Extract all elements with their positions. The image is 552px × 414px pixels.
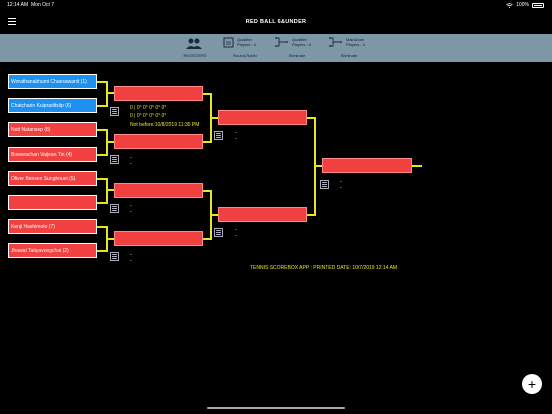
- match-placeholder: -: [235, 136, 237, 142]
- page-title: RED BALL 6&UNDER: [245, 19, 307, 25]
- battery-percent: 100%: [516, 2, 529, 8]
- status-bar: 12:14 AM Mon Oct 7 100%: [0, 0, 552, 10]
- bracket-icon: [275, 37, 288, 47]
- match-placeholder: -: [235, 233, 237, 239]
- player-slot-4[interactable]: Boworachan Vaijean Tin (4): [8, 147, 97, 162]
- add-button[interactable]: +: [522, 374, 542, 394]
- bracket-line: [210, 214, 218, 216]
- player-slot-2[interactable]: Chatcharin Kulpraditsilp (6): [8, 98, 97, 113]
- nav-header: RED BALL 6&UNDER: [0, 10, 552, 34]
- printed-date: TENNIS SCOREBOX APP : PRINTED DATE: 10/7…: [250, 265, 398, 271]
- tab-label: REGISTERS: [183, 53, 207, 58]
- scoreboard-icon[interactable]: [214, 228, 223, 237]
- bracket-line: [106, 92, 114, 94]
- roundrobin-icon: [223, 37, 234, 48]
- tab-qualifier-eliminate[interactable]: Qualifier Players : 8 Eliminate: [272, 34, 322, 63]
- tab-label: Round-Robin: [233, 53, 257, 58]
- match-placeholder: -: [130, 258, 132, 264]
- player-slot-1[interactable]: Worathanabhumi Chuesawanit (1): [8, 74, 97, 89]
- semifinal-slot-2[interactable]: [218, 207, 307, 222]
- player-slot-3[interactable]: Nutt Natansep (8): [8, 122, 97, 137]
- tab-label: Eliminate: [340, 53, 358, 58]
- tab-registers[interactable]: REGISTERS: [170, 34, 220, 62]
- wifi-icon: [506, 2, 513, 8]
- player-slot-7[interactable]: Kenji Hashimoto (7): [8, 219, 97, 234]
- tab-sub: Players : 8: [292, 42, 311, 47]
- tab-maindraw-eliminate[interactable]: MainDraw Players : 4 Eliminate: [324, 34, 374, 62]
- scoreboard-icon[interactable]: [110, 204, 119, 213]
- match-placeholder: -: [130, 161, 132, 167]
- scoreboard-icon[interactable]: [110, 155, 119, 164]
- status-time: 12:14 AM: [7, 2, 29, 8]
- player-slot-8[interactable]: Jirawat Tatiyavongchai (2): [8, 243, 97, 258]
- match-placeholder: -: [130, 209, 132, 215]
- home-indicator: [207, 407, 345, 409]
- tab-sub: Players : 4: [346, 42, 365, 47]
- match-not-before: Not before:10/8/2019 11:35 PM: [130, 122, 200, 128]
- semifinal-slot-1[interactable]: [218, 110, 307, 125]
- bracket-line: [106, 189, 114, 191]
- scoreboard-icon[interactable]: [320, 180, 329, 189]
- battery-icon: [532, 2, 544, 8]
- bracket-line: [106, 141, 114, 143]
- status-date: Mon Oct 7: [31, 2, 55, 8]
- scoreboard-icon[interactable]: [110, 107, 119, 116]
- bracket-line: [106, 238, 114, 240]
- tab-sub: Players : 4: [237, 42, 256, 47]
- bracket-line: [106, 81, 108, 107]
- bracket-line: [314, 165, 322, 167]
- round2-slot-1[interactable]: [114, 86, 203, 101]
- status-right: 100%: [506, 2, 544, 8]
- match-score-line2: 0 | 0° 0° 0° 0° 0°: [130, 113, 167, 119]
- bracket-line: [106, 178, 108, 204]
- bracket-line: [210, 117, 218, 119]
- people-icon: [186, 38, 202, 49]
- tab-qualifier-round-robin[interactable]: Qualifier Players : 4 Round-Robin: [220, 34, 270, 62]
- scoreboard-icon[interactable]: [110, 252, 119, 261]
- round2-slot-2[interactable]: [114, 134, 203, 149]
- final-slot[interactable]: [322, 158, 412, 173]
- round2-slot-4[interactable]: [114, 231, 203, 246]
- match-placeholder: -: [340, 185, 342, 191]
- tab-label: Eliminate: [288, 53, 306, 58]
- round2-slot-3[interactable]: [114, 183, 203, 198]
- bracket-icon: [329, 37, 342, 47]
- match-score-line1: 0 | 0° 0° 0° 0° 0°: [130, 105, 167, 111]
- tab-bar: REGISTERS Qualifier Players : 4 Round-Ro…: [0, 34, 552, 63]
- bracket-line: [412, 165, 422, 167]
- player-slot-5[interactable]: Oliver Bensen Sunghouei (5): [8, 171, 97, 186]
- player-slot-6[interactable]: [8, 195, 97, 210]
- scoreboard-icon[interactable]: [214, 131, 223, 140]
